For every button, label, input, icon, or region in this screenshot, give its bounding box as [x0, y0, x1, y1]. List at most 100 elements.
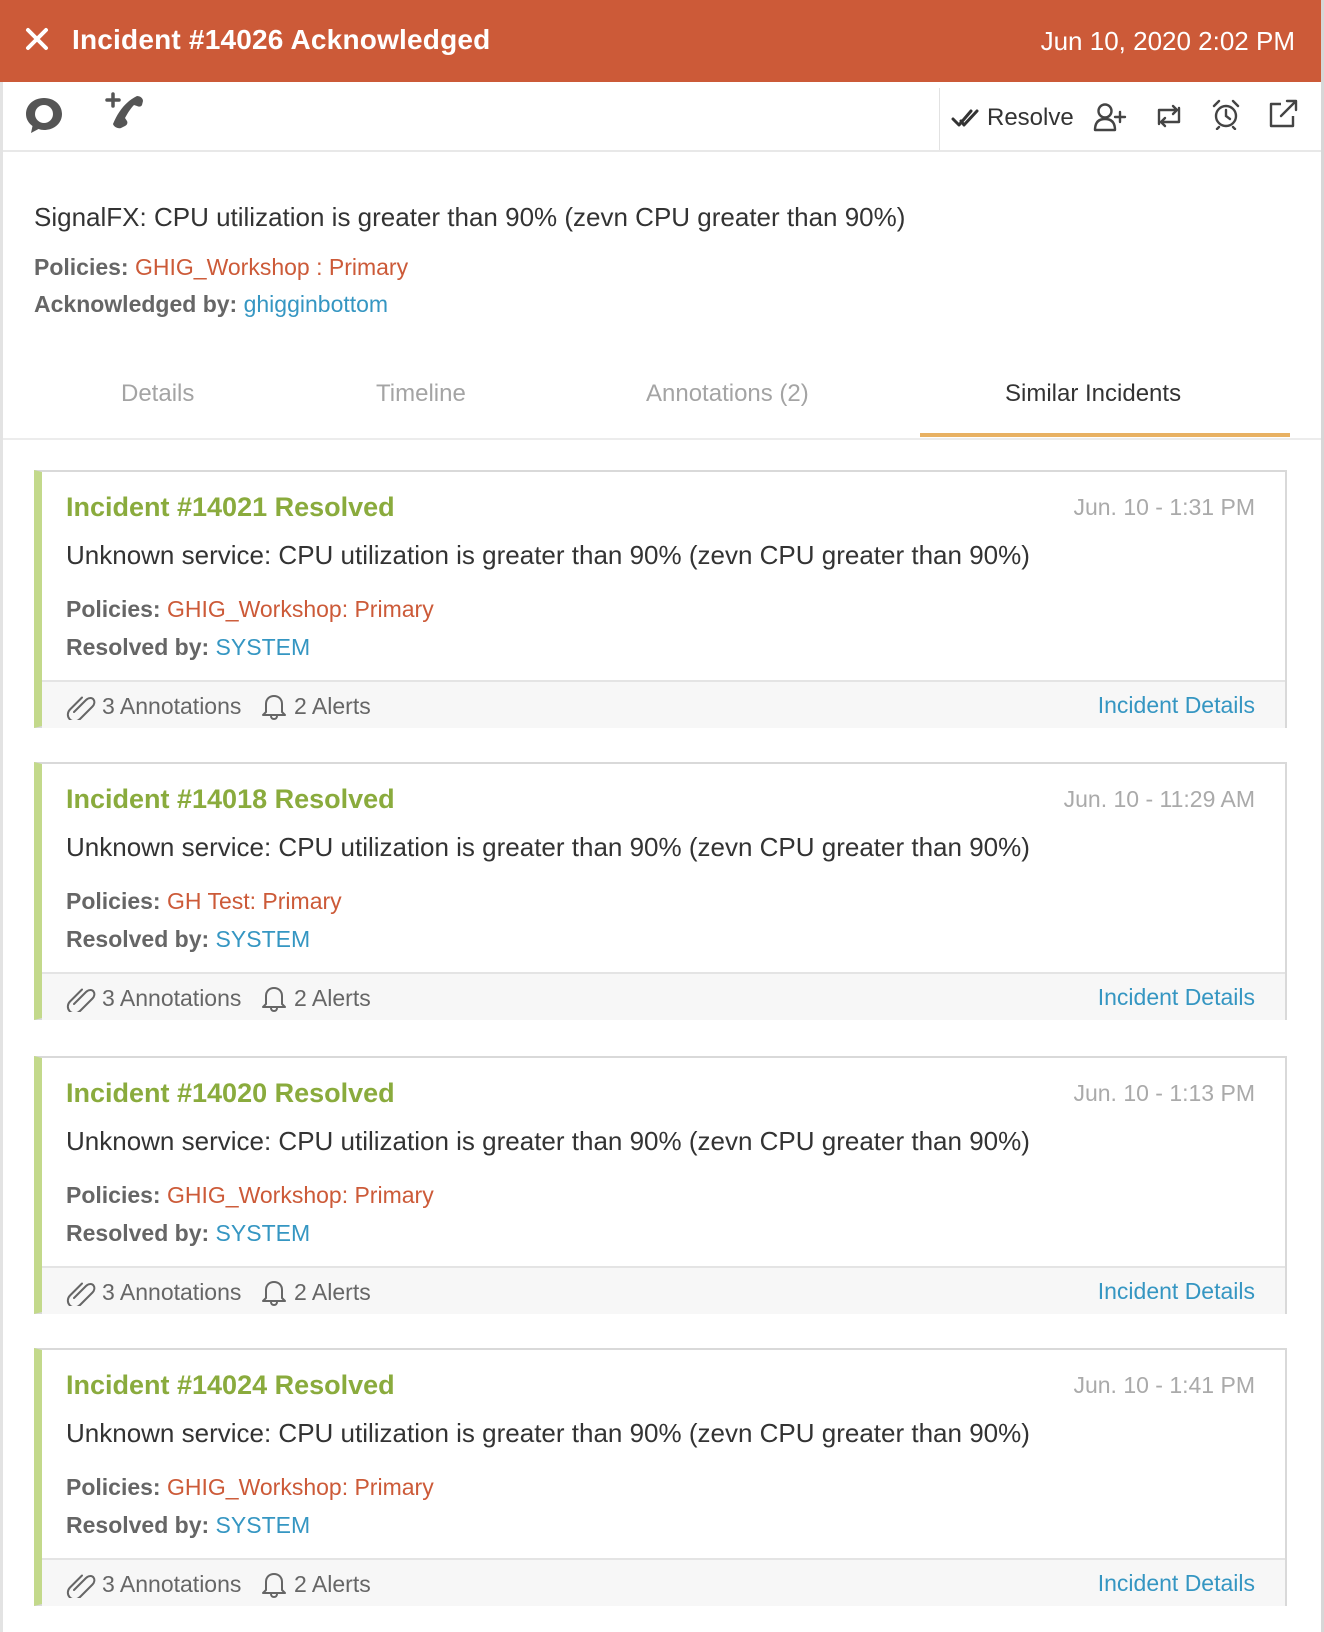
- similar-incident-card: Incident #14020 Resolved Jun. 10 - 1:13 …: [34, 1056, 1287, 1314]
- bell-icon: [262, 987, 286, 1012]
- resolve-label: Resolve: [987, 104, 1074, 131]
- similar-incident-policies: Policies: GH Test: Primary: [66, 888, 342, 915]
- tab-timeline[interactable]: Timeline: [376, 380, 466, 408]
- similar-incident-time: Jun. 10 - 1:41 PM: [1073, 1372, 1255, 1398]
- resolved-by-label: Resolved by:: [66, 1512, 210, 1538]
- similar-incident-policies: Policies: GHIG_Workshop: Primary: [66, 1182, 434, 1209]
- incident-details-link[interactable]: Incident Details: [1098, 1570, 1255, 1597]
- similar-incident-title[interactable]: Incident #14024 Resolved: [66, 1370, 395, 1401]
- similar-incident-card: Incident #14024 Resolved Jun. 10 - 1:41 …: [34, 1348, 1287, 1606]
- incident-details-link[interactable]: Incident Details: [1098, 1278, 1255, 1305]
- bell-icon: [262, 695, 286, 720]
- annotations-label: 3 Annotations: [102, 1278, 242, 1305]
- similar-incident-card: Incident #14021 Resolved Jun. 10 - 1:31 …: [34, 470, 1287, 728]
- similar-incident-resolver: Resolved by: SYSTEM: [66, 634, 310, 661]
- policies-label: Policies:: [66, 1474, 161, 1500]
- annotations-count: 3 Annotations: [66, 692, 241, 720]
- snooze-alarm-icon[interactable]: [1211, 98, 1241, 130]
- policy-link[interactable]: GH Test: Primary: [167, 888, 342, 914]
- policy-link[interactable]: GHIG_Workshop: Primary: [167, 1182, 434, 1208]
- resolved-by-link[interactable]: SYSTEM: [216, 634, 311, 660]
- add-user-icon[interactable]: [1093, 102, 1127, 132]
- tab-details[interactable]: Details: [121, 380, 194, 408]
- incident-policies: Policies: GHIG_Workshop : Primary: [34, 254, 408, 281]
- alerts-count: 2 Alerts: [260, 692, 371, 720]
- similar-incident-title[interactable]: Incident #14020 Resolved: [66, 1078, 395, 1109]
- tab-annotations[interactable]: Annotations (2): [646, 380, 809, 408]
- similar-incident-description: Unknown service: CPU utilization is grea…: [66, 832, 1030, 862]
- incident-summary: SignalFX: CPU utilization is greater tha…: [34, 202, 906, 232]
- similar-incident-resolver: Resolved by: SYSTEM: [66, 926, 310, 953]
- similar-incident-card: Incident #14018 Resolved Jun. 10 - 11:29…: [34, 762, 1287, 1020]
- policies-label: Policies:: [66, 1182, 161, 1208]
- alerts-label: 2 Alerts: [294, 1278, 371, 1305]
- similar-incident-title[interactable]: Incident #14018 Resolved: [66, 784, 395, 815]
- paperclip-icon: [66, 1574, 96, 1598]
- toolbar-divider: [939, 88, 940, 150]
- incident-datetime: Jun 10, 2020 2:02 PM: [1040, 26, 1295, 56]
- alerts-label: 2 Alerts: [294, 692, 371, 719]
- card-footer: 3 Annotations 2 Alerts Incident Details: [42, 1558, 1285, 1606]
- similar-incident-resolver: Resolved by: SYSTEM: [66, 1220, 310, 1247]
- alerts-count: 2 Alerts: [260, 1570, 371, 1598]
- alerts-label: 2 Alerts: [294, 1570, 371, 1597]
- policies-label: Policies:: [34, 254, 129, 280]
- paperclip-icon: [66, 696, 96, 720]
- policy-link[interactable]: GHIG_Workshop: Primary: [167, 596, 434, 622]
- resolved-by-link[interactable]: SYSTEM: [216, 926, 311, 952]
- reroute-icon[interactable]: [1153, 102, 1185, 130]
- chat-bubble-icon[interactable]: [23, 94, 65, 136]
- incident-tabs: Details Timeline Annotations (2) Similar…: [3, 362, 1321, 440]
- annotations-label: 3 Annotations: [102, 984, 242, 1011]
- add-phone-icon[interactable]: [103, 92, 147, 134]
- resolved-by-label: Resolved by:: [66, 926, 210, 952]
- similar-incident-description: Unknown service: CPU utilization is grea…: [66, 540, 1030, 570]
- alerts-label: 2 Alerts: [294, 984, 371, 1011]
- incident-details-link[interactable]: Incident Details: [1098, 692, 1255, 719]
- annotations-count: 3 Annotations: [66, 1278, 241, 1306]
- tab-similar-incidents[interactable]: Similar Incidents: [1005, 380, 1181, 408]
- active-tab-indicator: [920, 433, 1290, 437]
- annotations-count: 3 Annotations: [66, 984, 241, 1012]
- acknowledged-user-link[interactable]: ghigginbottom: [244, 291, 389, 317]
- similar-incident-time: Jun. 10 - 11:29 AM: [1063, 786, 1255, 812]
- resolved-by-link[interactable]: SYSTEM: [216, 1220, 311, 1246]
- card-footer: 3 Annotations 2 Alerts Incident Details: [42, 680, 1285, 728]
- similar-incident-description: Unknown service: CPU utilization is grea…: [66, 1418, 1030, 1448]
- resolved-by-link[interactable]: SYSTEM: [216, 1512, 311, 1538]
- similar-incident-title[interactable]: Incident #14021 Resolved: [66, 492, 395, 523]
- close-icon[interactable]: [22, 24, 52, 54]
- external-link-icon[interactable]: [1267, 98, 1299, 130]
- incident-panel: Incident #14026 Acknowledged Jun 10, 202…: [0, 0, 1324, 1632]
- similar-incident-resolver: Resolved by: SYSTEM: [66, 1512, 310, 1539]
- policies-label: Policies:: [66, 596, 161, 622]
- annotations-count: 3 Annotations: [66, 1570, 241, 1598]
- resolve-button[interactable]: Resolve: [951, 102, 1074, 134]
- incident-details-link[interactable]: Incident Details: [1098, 984, 1255, 1011]
- similar-incident-time: Jun. 10 - 1:13 PM: [1073, 1080, 1255, 1106]
- policies-label: Policies:: [66, 888, 161, 914]
- paperclip-icon: [66, 1282, 96, 1306]
- similar-incident-policies: Policies: GHIG_Workshop: Primary: [66, 596, 434, 623]
- similar-incident-policies: Policies: GHIG_Workshop: Primary: [66, 1474, 434, 1501]
- policy-link[interactable]: GHIG_Workshop : Primary: [135, 254, 408, 280]
- alerts-count: 2 Alerts: [260, 984, 371, 1012]
- card-footer: 3 Annotations 2 Alerts Incident Details: [42, 1266, 1285, 1314]
- incident-acknowledged: Acknowledged by: ghigginbottom: [34, 291, 388, 318]
- similar-incident-time: Jun. 10 - 1:31 PM: [1073, 494, 1255, 520]
- annotations-label: 3 Annotations: [102, 1570, 242, 1597]
- bell-icon: [262, 1573, 286, 1598]
- action-toolbar: Resolve: [3, 82, 1321, 152]
- resolved-by-label: Resolved by:: [66, 634, 210, 660]
- panel-left-edge: [0, 80, 3, 1632]
- bell-icon: [262, 1281, 286, 1306]
- similar-incident-description: Unknown service: CPU utilization is grea…: [66, 1126, 1030, 1156]
- double-check-icon: [951, 109, 979, 127]
- alerts-count: 2 Alerts: [260, 1278, 371, 1306]
- paperclip-icon: [66, 988, 96, 1012]
- card-footer: 3 Annotations 2 Alerts Incident Details: [42, 972, 1285, 1020]
- incident-title: Incident #14026 Acknowledged: [72, 24, 491, 55]
- policy-link[interactable]: GHIG_Workshop: Primary: [167, 1474, 434, 1500]
- annotations-label: 3 Annotations: [102, 692, 242, 719]
- incident-header: Incident #14026 Acknowledged Jun 10, 202…: [0, 0, 1321, 82]
